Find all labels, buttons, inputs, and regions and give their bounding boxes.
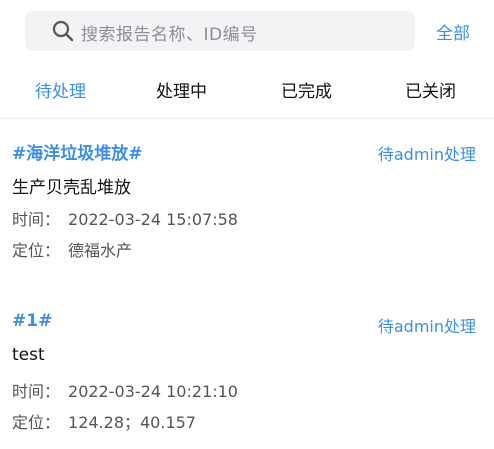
tab-closed[interactable]: 已关闭 (405, 77, 456, 102)
status-tabs: 待处理 处理中 已完成 已关闭 (0, 59, 494, 118)
report-card[interactable]: #海洋垃圾堆放# 待admin处理 生产贝壳乱堆放 时间： 2022-03-24 … (0, 137, 494, 277)
search-input[interactable]: 搜索报告名称、ID编号 (25, 11, 415, 51)
report-location: 定位： 124.28；40.157 (12, 409, 196, 433)
report-status: 待admin处理 (377, 145, 476, 164)
top-bar: 搜索报告名称、ID编号 全部 (0, 0, 494, 60)
location-value: 124.28；40.157 (68, 413, 196, 432)
search-icon (51, 19, 75, 43)
report-status: 待admin处理 (377, 317, 476, 336)
tabs-divider (0, 118, 494, 119)
report-description: 生产贝壳乱堆放 (12, 178, 131, 198)
tab-completed[interactable]: 已完成 (281, 77, 332, 102)
time-label: 时间： (12, 210, 61, 229)
report-card[interactable]: #1# 待admin处理 test 时间： 2022-03-24 10:21:10… (0, 309, 494, 449)
tab-pending[interactable]: 待处理 (35, 77, 86, 102)
tab-processing[interactable]: 处理中 (156, 77, 207, 102)
report-time: 时间： 2022-03-24 15:07:58 (12, 206, 238, 230)
location-label: 定位： (12, 413, 61, 432)
report-title: #海洋垃圾堆放# (12, 144, 143, 164)
report-time: 时间： 2022-03-24 10:21:10 (12, 378, 238, 402)
all-filter-link[interactable]: 全部 (436, 19, 470, 44)
location-value: 德福水产 (68, 241, 133, 260)
time-value: 2022-03-24 15:07:58 (68, 210, 238, 229)
report-location: 定位： 德福水产 (12, 237, 132, 261)
time-value: 2022-03-24 10:21:10 (68, 382, 238, 401)
time-label: 时间： (12, 382, 61, 401)
report-title: #1# (12, 311, 53, 331)
report-description: test (12, 345, 45, 365)
search-placeholder: 搜索报告名称、ID编号 (81, 25, 258, 45)
location-label: 定位： (12, 241, 61, 260)
